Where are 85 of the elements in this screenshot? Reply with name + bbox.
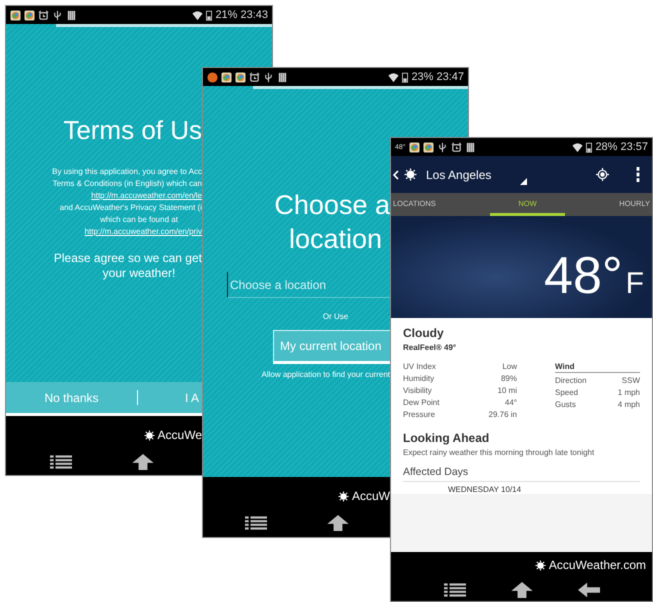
- detail-label: Direction: [555, 375, 587, 387]
- usb-icon: [52, 10, 63, 20]
- up-arrow-icon[interactable]: [327, 515, 349, 531]
- sd-card-icon: [464, 142, 476, 152]
- detail-value: 1 mph: [618, 387, 640, 399]
- list-icon[interactable]: [245, 515, 267, 531]
- clock-time: 23:57: [620, 141, 648, 153]
- battery-percent: 23%: [411, 71, 434, 83]
- location-title: location: [288, 223, 384, 256]
- clock-time: 23:47: [436, 71, 464, 83]
- detail-label: Dew Point: [403, 397, 440, 409]
- day-row[interactable]: WEDNESDAY 10/14: [448, 485, 640, 494]
- detail-label: UV Index: [403, 361, 436, 373]
- locate-icon[interactable]: [596, 168, 609, 181]
- detail-label: Visibility: [403, 385, 432, 397]
- sun-logo-icon: [404, 168, 417, 181]
- terms-text: which can be found at: [99, 214, 179, 225]
- usb-icon: [436, 142, 448, 152]
- terms-text: By using this application, you agree to Acc: [51, 166, 202, 177]
- detail-value: Low: [502, 361, 517, 373]
- up-arrow-icon[interactable]: [132, 454, 154, 470]
- app-icon: [221, 72, 232, 82]
- sun-logo-icon: [338, 490, 349, 502]
- detail-value: 44°: [504, 397, 517, 409]
- wifi-icon: [572, 142, 584, 152]
- wifi-icon: [192, 10, 204, 20]
- terms-link[interactable]: http://m.accuweather.com/en/priv: [6, 226, 202, 237]
- app-icon: [235, 72, 246, 82]
- terms-title: Terms of Us: [62, 115, 202, 146]
- detail-label: Pressure: [403, 409, 436, 421]
- detail-value: 89%: [500, 373, 517, 385]
- app-icon: [24, 10, 35, 20]
- battery-icon: [586, 142, 592, 152]
- detail-label: Gusts: [555, 399, 576, 411]
- app-icon: [422, 142, 434, 152]
- terms-text: Terms & Conditions (in English) which can: [52, 178, 202, 189]
- detail-value: 29.76 in: [488, 409, 517, 421]
- forecast-text: Expect rainy weather this morning through late tonight: [403, 448, 596, 457]
- detail-value: 4 mph: [618, 399, 640, 411]
- sun-logo-icon: [534, 560, 546, 570]
- battery-percent: 21%: [215, 9, 238, 21]
- more-menu-icon[interactable]: [636, 167, 640, 182]
- sd-card-icon: [66, 10, 77, 20]
- detail-value: SSW: [622, 375, 640, 387]
- brand-logo-text: AccuWe: [158, 428, 202, 442]
- app-icon: [10, 10, 21, 20]
- detail-label: Humidity: [403, 373, 434, 385]
- back-arrow-icon[interactable]: [578, 582, 600, 598]
- list-icon[interactable]: [444, 582, 466, 598]
- wind-heading: Wind: [555, 361, 640, 373]
- or-use-label: Or Use: [322, 312, 350, 321]
- battery-percent: 28%: [595, 141, 618, 153]
- app-icon: [408, 142, 420, 152]
- terms-link[interactable]: http://m.accuweather.com/en/le: [6, 190, 202, 201]
- terms-text: and AccuWeather's Privacy Statement (i: [58, 202, 202, 213]
- detail-label: Speed: [555, 387, 578, 399]
- detail-value: 10 mi: [497, 385, 517, 397]
- dropdown-triangle-icon[interactable]: [520, 178, 528, 185]
- wifi-icon: [388, 72, 400, 82]
- brand-logo-text: AccuW: [352, 489, 390, 503]
- battery-icon: [206, 10, 212, 20]
- up-arrow-icon[interactable]: [510, 582, 532, 598]
- city-name[interactable]: Los Angeles: [426, 168, 492, 182]
- alarm-clock-icon: [249, 72, 260, 82]
- current-temperature: 48°F: [544, 246, 644, 307]
- agree-prompt: your weather!: [102, 266, 176, 281]
- agree-prompt: Please agree so we can get: [52, 251, 202, 266]
- alarm-clock-icon: [38, 10, 49, 20]
- sd-card-icon: [277, 72, 288, 82]
- usb-icon: [263, 72, 274, 82]
- section-heading: Affected Days: [403, 466, 470, 478]
- battery-icon: [402, 72, 408, 82]
- sun-icon: [207, 72, 218, 82]
- alarm-clock-icon: [450, 142, 462, 152]
- section-heading: Looking Ahead: [403, 431, 490, 445]
- brand-logo-text: AccuWeather.com: [548, 558, 646, 572]
- location-input-field[interactable]: Choose a location: [227, 272, 390, 298]
- location-hint: Allow application to find your current: [260, 370, 390, 379]
- chevron-left-icon[interactable]: [393, 170, 399, 180]
- location-title: Choose a: [273, 189, 390, 222]
- condition-heading: Cloudy: [403, 326, 445, 340]
- clock-time: 23:43: [240, 9, 268, 21]
- realfeel-text: RealFeel® 49°: [403, 343, 458, 352]
- sun-logo-icon: [144, 430, 155, 440]
- list-icon[interactable]: [50, 454, 72, 470]
